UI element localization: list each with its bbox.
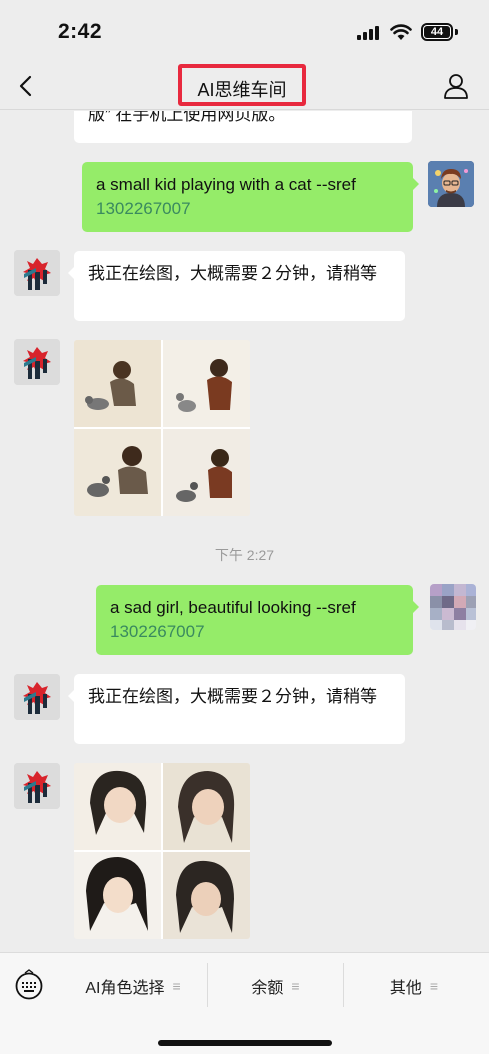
bot-avatar[interactable] bbox=[14, 250, 60, 296]
menu-item-label: 其他 bbox=[389, 980, 422, 997]
keyboard-toggle-icon[interactable] bbox=[14, 969, 44, 1001]
pixelated-avatar-image bbox=[430, 584, 476, 630]
message-number-link[interactable]: 1302267007 bbox=[96, 197, 399, 221]
message-text: 我正在绘图，大概需要２分钟，请稍等 bbox=[88, 264, 377, 283]
battery-icon: 44 bbox=[421, 23, 453, 41]
bot-logo-icon bbox=[14, 763, 60, 809]
status-bar: 2:42 44 bbox=[0, 0, 489, 62]
menu-item-other[interactable]: 其他 ≡ bbox=[344, 953, 484, 1019]
chat-area[interactable]: 版” 在手机上使用网页版。 a small kid playing with a… bbox=[0, 111, 489, 951]
timestamp: 下午 2:27 bbox=[214, 547, 275, 563]
person-icon[interactable] bbox=[442, 72, 470, 100]
message-number-link[interactable]: 1302267007 bbox=[110, 620, 399, 644]
bot-avatar[interactable] bbox=[14, 674, 60, 720]
nav-bar: AI思维车间 bbox=[0, 62, 489, 110]
menu-lines-icon: ≡ bbox=[291, 978, 300, 994]
home-bar-area bbox=[0, 1018, 489, 1054]
back-chevron-icon[interactable] bbox=[14, 72, 40, 100]
message-text: a small kid playing with a cat --sref bbox=[96, 175, 356, 194]
generated-image-kid-cat[interactable] bbox=[74, 340, 250, 516]
generated-image-sad-girl[interactable] bbox=[74, 763, 250, 939]
bot-logo-icon bbox=[14, 250, 60, 296]
menu-lines-icon: ≡ bbox=[429, 978, 439, 994]
bot-logo-icon bbox=[14, 674, 60, 720]
message-bubble-user[interactable]: a small kid playing with a cat --sref 13… bbox=[82, 162, 419, 232]
signal-icon bbox=[357, 26, 381, 40]
menu-item-label: AI角色选择 bbox=[85, 980, 165, 997]
sad-girl-image-grid bbox=[74, 763, 250, 939]
title-highlight-box: AI思维车间 bbox=[178, 64, 306, 106]
page-title: AI思维车间 bbox=[197, 80, 287, 100]
menu-lines-icon: ≡ bbox=[172, 978, 181, 994]
user-avatar[interactable] bbox=[428, 161, 474, 207]
menu-item-ai-role[interactable]: AI角色选择 ≡ bbox=[58, 953, 208, 1019]
message-text: 我正在绘图，大概需要２分钟，请稍等 bbox=[88, 687, 377, 706]
message-bubble-bot[interactable]: 我正在绘图，大概需要２分钟，请稍等 bbox=[68, 251, 405, 321]
message-text: a sad girl, beautiful looking --sref bbox=[110, 598, 356, 617]
user-avatar-pixelated[interactable] bbox=[430, 584, 476, 630]
user-avatar-image bbox=[428, 161, 474, 207]
message-bubble-bot[interactable]: 我正在绘图，大概需要２分钟，请稍等 bbox=[68, 674, 405, 744]
battery-tip bbox=[455, 29, 458, 35]
bot-avatar[interactable] bbox=[14, 763, 60, 809]
menu-item-balance[interactable]: 余额 ≡ bbox=[208, 953, 343, 1019]
home-indicator[interactable] bbox=[158, 1040, 332, 1046]
message-text: 版” 在手机上使用网页版。 bbox=[88, 111, 286, 124]
menu-item-label: 余额 bbox=[251, 980, 284, 997]
wifi-icon bbox=[390, 24, 412, 40]
message-bubble-user[interactable]: a sad girl, beautiful looking --sref 130… bbox=[96, 585, 419, 655]
battery-level: 44 bbox=[424, 26, 450, 38]
kid-cat-image-grid bbox=[74, 340, 250, 516]
bot-logo-icon bbox=[14, 339, 60, 385]
status-time: 2:42 bbox=[58, 20, 103, 43]
bottom-menu-bar: AI角色选择 ≡ 余额 ≡ 其他 ≡ bbox=[0, 952, 489, 1018]
bot-avatar[interactable] bbox=[14, 339, 60, 385]
message-bubble-bot: 版” 在手机上使用网页版。 bbox=[74, 111, 412, 143]
